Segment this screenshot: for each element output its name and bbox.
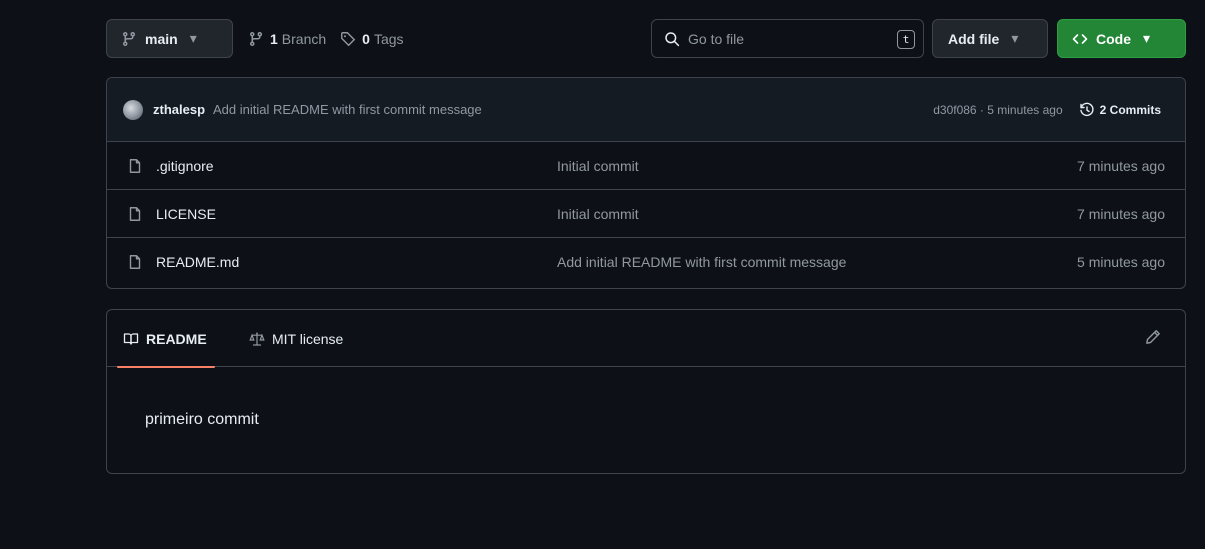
branches-link[interactable]: 1 Branch [248, 31, 326, 47]
book-icon [123, 332, 139, 345]
tag-count: 0 [362, 30, 370, 47]
readme-tabs: README MIT license [107, 310, 1185, 368]
file-commit-message[interactable]: Add initial README with first commit mes… [557, 254, 846, 270]
branch-name: main [145, 30, 178, 47]
branch-count: 1 [270, 30, 278, 47]
chevron-down-icon: ▾ [1011, 30, 1019, 46]
pencil-icon[interactable] [1145, 329, 1161, 345]
file-name[interactable]: .gitignore [156, 158, 214, 174]
keyboard-shortcut-hint: t [897, 30, 915, 49]
latest-commit-bar: zthalesp Add initial README with first c… [107, 78, 1185, 142]
tag-label: Tags [373, 30, 404, 47]
history-icon [1079, 102, 1094, 117]
tags-link[interactable]: 0 Tags [340, 30, 404, 47]
file-icon [129, 255, 141, 269]
file-list-box: zthalesp Add initial README with first c… [106, 77, 1186, 289]
table-row: README.md Add initial README with first … [107, 238, 1185, 286]
tab-readme-label: README [146, 330, 207, 347]
add-file-label: Add file [948, 30, 1000, 47]
commits-history-link[interactable]: 2 Commits [1079, 102, 1161, 118]
tab-license[interactable]: MIT license [249, 310, 343, 367]
file-icon [129, 206, 141, 221]
file-commit-message[interactable]: Initial commit [557, 158, 639, 174]
search-icon [665, 31, 680, 46]
readme-content: primeiro commit [145, 411, 259, 428]
commit-meta: d30f086 · 5 minutes ago 2 Commits [933, 78, 1161, 142]
commit-author[interactable]: zthalesp [153, 102, 205, 117]
file-age: 7 minutes ago [1077, 157, 1165, 174]
go-to-file-search: t [651, 19, 924, 58]
file-name[interactable]: LICENSE [156, 206, 216, 222]
table-row: LICENSE Initial commit 7 minutes ago [107, 190, 1185, 238]
file-name[interactable]: README.md [156, 254, 239, 270]
table-row: .gitignore Initial commit 7 minutes ago [107, 142, 1185, 190]
chevron-down-icon: ▾ [1143, 30, 1151, 46]
file-icon [129, 158, 141, 173]
commit-message[interactable]: Add initial README with first commit mes… [213, 102, 482, 117]
readme-box: README MIT license primeiro commit [106, 309, 1186, 474]
tab-readme[interactable]: README [117, 310, 215, 368]
code-button[interactable]: Code ▾ [1057, 19, 1186, 58]
branch-tag-links: 1 Branch 0 Tags [248, 19, 404, 58]
branch-label: Branch [281, 30, 327, 47]
git-branch-icon [250, 31, 262, 46]
file-commit-message[interactable]: Initial commit [557, 206, 639, 222]
commit-hash-time[interactable]: d30f086 · 5 minutes ago [933, 103, 1062, 117]
chevron-down-icon: ▾ [189, 30, 197, 46]
repo-toolbar: main ▾ 1 Branch 0 Tags t Add file ▾ [106, 19, 1186, 58]
commits-count-label: 2 Commits [1099, 103, 1161, 117]
law-scale-icon [249, 331, 265, 346]
file-age: 7 minutes ago [1077, 205, 1165, 222]
go-to-file-input[interactable] [688, 30, 888, 47]
tab-license-label: MIT license [272, 330, 344, 347]
tag-icon [341, 31, 356, 46]
code-label: Code [1096, 30, 1131, 47]
add-file-button[interactable]: Add file ▾ [932, 19, 1048, 58]
git-branch-icon [123, 31, 135, 46]
branch-selector-button[interactable]: main ▾ [106, 19, 233, 58]
avatar[interactable] [123, 99, 143, 120]
file-age: 5 minutes ago [1077, 254, 1165, 270]
code-icon [1072, 33, 1088, 44]
